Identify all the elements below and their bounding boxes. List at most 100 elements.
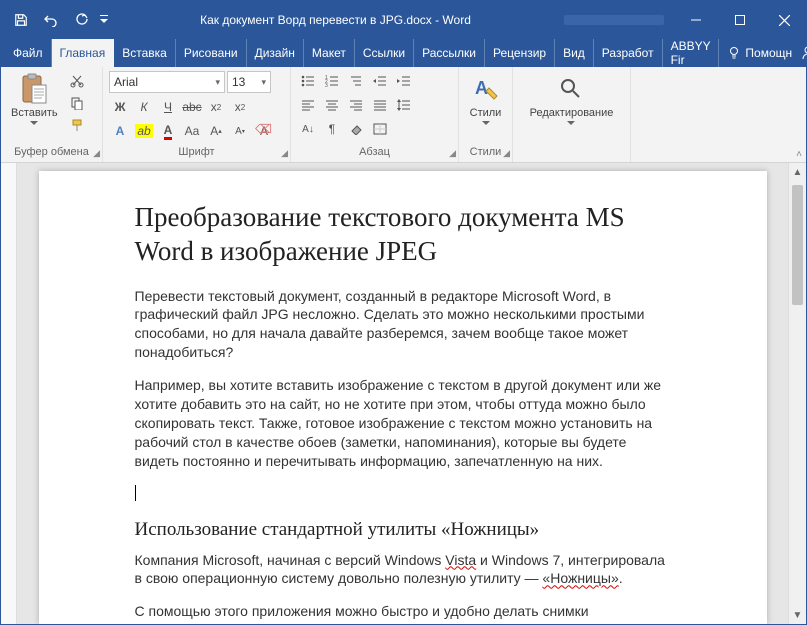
subscript-button[interactable]: x2 <box>205 97 227 117</box>
qat-customize-button[interactable] <box>97 6 111 34</box>
shading-button[interactable] <box>345 119 367 139</box>
increase-indent-button[interactable] <box>393 71 415 91</box>
quick-access-toolbar <box>1 6 117 34</box>
doc-paragraph: С помощью этого приложения можно быстро … <box>135 602 671 621</box>
chevron-down-icon <box>567 121 575 126</box>
tab-review[interactable]: Рецензир <box>485 39 555 67</box>
window-title: Как документ Ворд перевести в JPG.docx -… <box>117 13 554 27</box>
doc-paragraph: Например, вы хотите вставить изображение… <box>135 376 671 470</box>
font-color-button[interactable]: A <box>157 121 179 141</box>
text-cursor <box>135 485 671 501</box>
undo-button[interactable] <box>37 6 65 34</box>
clear-formatting-button[interactable]: A⌫ <box>253 121 275 141</box>
tab-developer[interactable]: Разработ <box>594 39 663 67</box>
align-right-button[interactable] <box>345 95 367 115</box>
share-button[interactable] <box>800 39 807 67</box>
doc-paragraph: Перевести текстовый документ, созданный … <box>135 287 671 363</box>
tab-insert[interactable]: Вставка <box>114 39 176 67</box>
font-name-combo[interactable]: Arial▾ <box>109 71 225 93</box>
chevron-down-icon <box>30 121 38 126</box>
multilevel-list-button[interactable] <box>345 71 367 91</box>
font-launcher[interactable]: ◢ <box>281 148 288 159</box>
styles-button[interactable]: A Стили <box>466 71 506 128</box>
vertical-ruler[interactable] <box>1 163 17 624</box>
svg-text:3: 3 <box>325 83 328 87</box>
scroll-down-button[interactable]: ▼ <box>789 606 806 624</box>
scroll-track[interactable] <box>789 181 806 606</box>
maximize-button[interactable] <box>718 1 762 39</box>
group-label-styles: Стили◢ <box>459 144 512 162</box>
highlight-button[interactable]: ab <box>133 121 155 141</box>
bullets-button[interactable] <box>297 71 319 91</box>
italic-button[interactable]: К <box>133 97 155 117</box>
sort-button[interactable]: A↓ <box>297 119 319 139</box>
underline-button[interactable]: Ч <box>157 97 179 117</box>
tab-design[interactable]: Дизайн <box>247 39 304 67</box>
tell-me-label: Помощн <box>745 46 792 60</box>
ribbon-tabs: Файл Главная Вставка Рисовани Дизайн Мак… <box>1 39 806 67</box>
tab-home[interactable]: Главная <box>52 39 115 67</box>
group-styles: A Стили Стили◢ <box>459 67 513 162</box>
tab-abbyy[interactable]: ABBYY Fir <box>663 39 720 67</box>
editing-label: Редактирование <box>530 107 614 119</box>
save-button[interactable] <box>7 6 35 34</box>
tell-me-search[interactable]: Помощн <box>719 39 800 67</box>
group-editing: Редактирование <box>513 67 631 162</box>
redo-button[interactable] <box>67 6 95 34</box>
align-left-button[interactable] <box>297 95 319 115</box>
justify-button[interactable] <box>369 95 391 115</box>
line-spacing-button[interactable] <box>393 95 415 115</box>
tab-view[interactable]: Вид <box>555 39 594 67</box>
document-area: Преобразование текстового документа MS W… <box>1 163 806 624</box>
collapse-ribbon-button[interactable]: ˄ <box>796 149 802 160</box>
clipboard-icon <box>18 73 50 105</box>
clipboard-launcher[interactable]: ◢ <box>93 148 100 159</box>
scroll-thumb[interactable] <box>792 185 803 305</box>
lightbulb-icon <box>727 46 741 60</box>
cut-button[interactable] <box>66 71 88 91</box>
doc-paragraph: Компания Microsoft, начиная с версий Win… <box>135 551 671 589</box>
group-clipboard: Вставить Буфер обмена◢ <box>1 67 103 162</box>
tab-file[interactable]: Файл <box>1 39 52 67</box>
show-marks-button[interactable]: ¶ <box>321 119 343 139</box>
tab-references[interactable]: Ссылки <box>355 39 414 67</box>
page[interactable]: Преобразование текстового документа MS W… <box>39 171 767 624</box>
paste-button[interactable]: Вставить <box>7 71 62 128</box>
bold-button[interactable]: Ж <box>109 97 131 117</box>
group-label-editing <box>513 144 630 162</box>
font-size-combo[interactable]: 13▾ <box>227 71 271 93</box>
borders-button[interactable] <box>369 119 391 139</box>
format-painter-button[interactable] <box>66 115 88 135</box>
vertical-scrollbar[interactable]: ▲ ▼ <box>788 163 806 624</box>
styles-label: Стили <box>470 107 502 119</box>
styles-launcher[interactable]: ◢ <box>503 148 510 159</box>
align-center-button[interactable] <box>321 95 343 115</box>
change-case-button[interactable]: Aa <box>181 121 203 141</box>
font-size-value: 13 <box>232 75 245 89</box>
minimize-button[interactable] <box>674 1 718 39</box>
paste-label: Вставить <box>11 107 58 119</box>
copy-button[interactable] <box>66 93 88 113</box>
grow-font-button[interactable]: A▴ <box>205 121 227 141</box>
window-controls <box>674 1 806 39</box>
spelling-error: Vista <box>445 552 476 568</box>
styles-icon: A <box>470 73 502 105</box>
paragraph-launcher[interactable]: ◢ <box>449 148 456 159</box>
numbering-button[interactable]: 123 <box>321 71 343 91</box>
document-viewport[interactable]: Преобразование текстового документа MS W… <box>17 163 788 624</box>
editing-button[interactable]: Редактирование <box>526 71 618 128</box>
shrink-font-button[interactable]: A▾ <box>229 121 251 141</box>
strikethrough-button[interactable]: abc <box>181 97 203 117</box>
chevron-down-icon <box>482 121 490 126</box>
group-label-clipboard: Буфер обмена◢ <box>1 144 102 162</box>
close-button[interactable] <box>762 1 806 39</box>
tab-layout[interactable]: Макет <box>304 39 355 67</box>
group-font: Arial▾ 13▾ Ж К Ч abc x2 x2 A ab <box>103 67 291 162</box>
text-effects-button[interactable]: A <box>109 121 131 141</box>
group-label-paragraph: Абзац◢ <box>291 144 458 162</box>
tab-mailings[interactable]: Рассылки <box>414 39 485 67</box>
tab-draw[interactable]: Рисовани <box>176 39 247 67</box>
scroll-up-button[interactable]: ▲ <box>789 163 806 181</box>
superscript-button[interactable]: x2 <box>229 97 251 117</box>
decrease-indent-button[interactable] <box>369 71 391 91</box>
